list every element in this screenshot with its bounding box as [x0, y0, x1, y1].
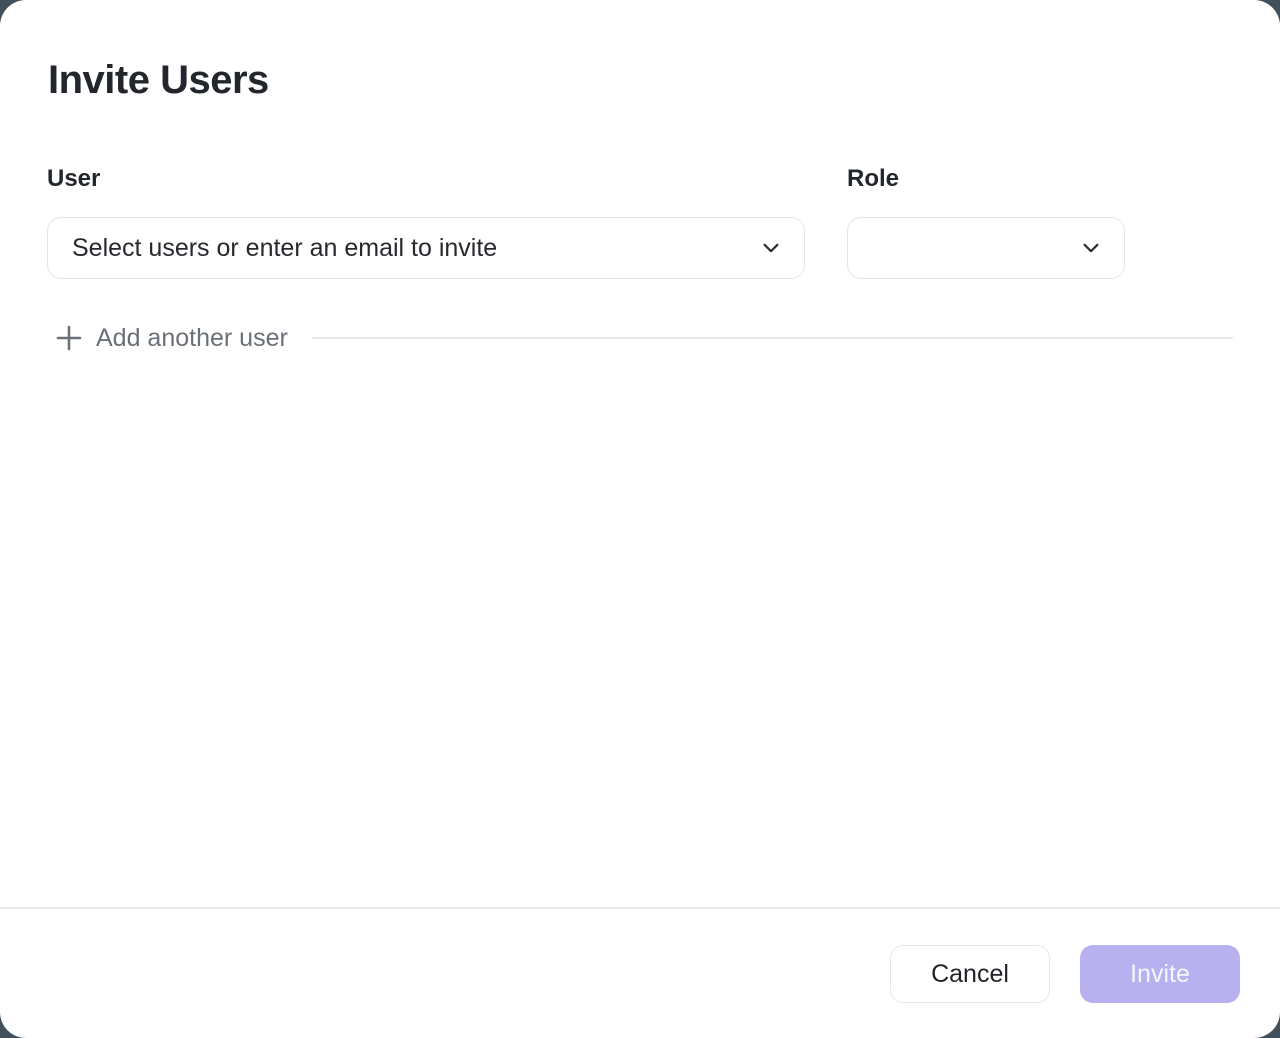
- role-field-label: Role: [847, 163, 1125, 195]
- user-select[interactable]: Select users or enter an email to invite: [47, 217, 805, 279]
- user-field-label: User: [47, 163, 805, 195]
- chevron-down-icon: [1080, 237, 1102, 259]
- invite-users-modal: Invite Users User Select users or enter …: [0, 0, 1280, 1038]
- chevron-down-icon: [760, 237, 782, 259]
- invite-form-row: User Select users or enter an email to i…: [47, 163, 1233, 279]
- user-select-placeholder: Select users or enter an email to invite: [72, 234, 497, 263]
- add-another-user-button[interactable]: Add another user: [47, 321, 288, 355]
- cancel-button[interactable]: Cancel: [890, 945, 1050, 1003]
- modal-title: Invite Users: [48, 55, 1232, 105]
- plus-icon: [55, 324, 83, 352]
- role-select[interactable]: [847, 217, 1125, 279]
- add-another-user-label: Add another user: [96, 321, 288, 355]
- add-user-divider: [312, 337, 1233, 339]
- role-field: Role: [847, 163, 1125, 279]
- add-user-row: Add another user: [47, 321, 1233, 355]
- user-field: User Select users or enter an email to i…: [47, 163, 805, 279]
- invite-button[interactable]: Invite: [1080, 945, 1240, 1003]
- modal-footer: Cancel Invite: [0, 909, 1280, 1038]
